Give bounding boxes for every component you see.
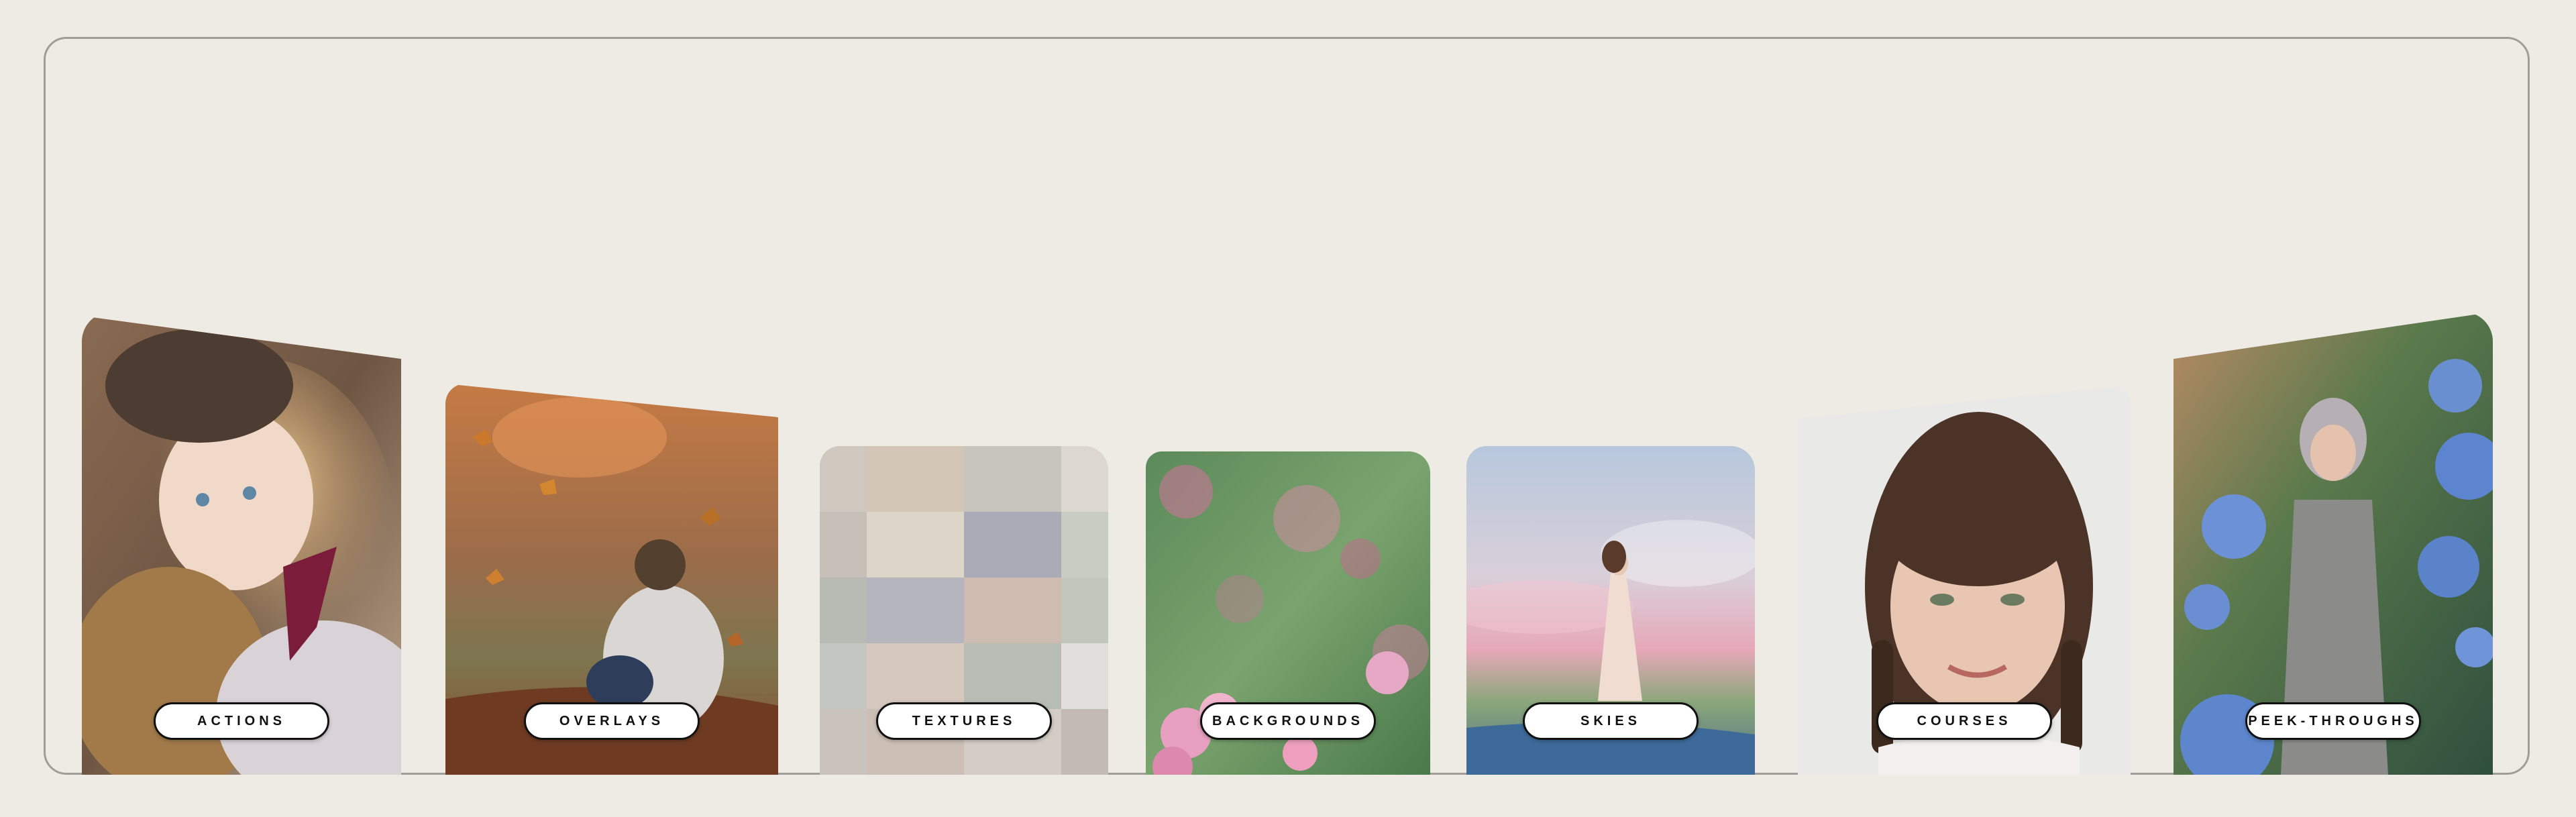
category-card-peek-throughs[interactable]: PEEK-THROUGHS bbox=[2174, 312, 2493, 775]
backgrounds-label-pill[interactable]: BACKGROUNDS bbox=[1200, 702, 1376, 740]
category-card-courses[interactable]: COURSES bbox=[1798, 385, 2131, 775]
category-card-overlays[interactable]: OVERLAYS bbox=[445, 384, 778, 775]
category-card-textures[interactable]: TEXTURES bbox=[820, 446, 1108, 775]
actions-label-pill[interactable]: ACTIONS bbox=[154, 702, 329, 740]
category-card-actions[interactable]: ACTIONS bbox=[82, 312, 401, 775]
category-card-skies[interactable]: SKIES bbox=[1466, 446, 1755, 775]
courses-label-pill[interactable]: COURSES bbox=[1876, 702, 2052, 740]
peek-throughs-label-pill[interactable]: PEEK-THROUGHS bbox=[2245, 702, 2421, 740]
category-card-backgrounds[interactable]: BACKGROUNDS bbox=[1146, 451, 1430, 775]
skies-label-pill[interactable]: SKIES bbox=[1523, 702, 1699, 740]
overlays-label-pill[interactable]: OVERLAYS bbox=[524, 702, 700, 740]
textures-label-pill[interactable]: TEXTURES bbox=[876, 702, 1052, 740]
